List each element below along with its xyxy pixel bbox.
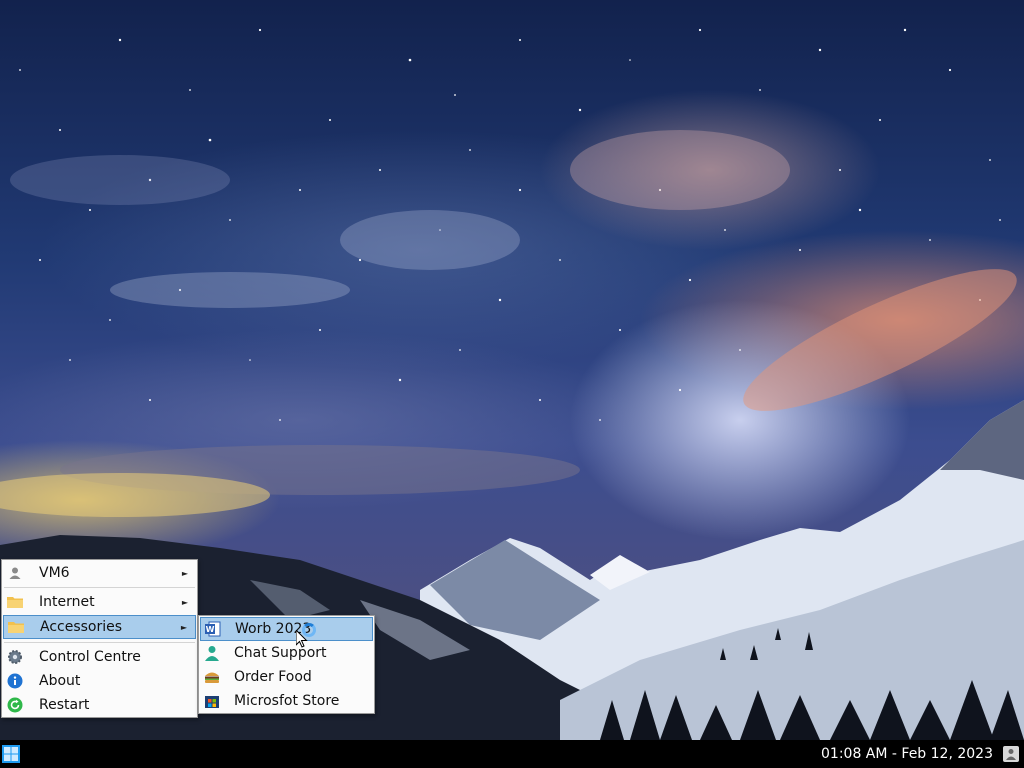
taskbar: 01:08 AM - Feb 12, 2023 (0, 740, 1024, 768)
menu-item-label: Accessories (40, 619, 123, 635)
peak-rocks (940, 400, 1024, 480)
gear-icon (7, 649, 23, 665)
folder-icon (8, 619, 24, 635)
submenu-arrow-icon: ► (181, 597, 188, 607)
person-icon (204, 645, 220, 661)
menu-item-internet[interactable]: Internet ► (3, 590, 196, 614)
windows-logo-icon (2, 745, 20, 763)
menu-item-label: Restart (39, 697, 90, 713)
word-icon: W (205, 621, 221, 637)
menu-separator (4, 642, 195, 643)
menu-item-restart[interactable]: Restart (3, 693, 196, 717)
folder-icon (7, 594, 23, 610)
menu-item-label: Internet (39, 594, 95, 610)
clouds (0, 130, 1017, 517)
submenu-item-label: Chat Support (234, 645, 327, 661)
svg-text:W: W (206, 625, 215, 634)
tray-user-icon[interactable] (1003, 746, 1019, 762)
restart-icon (7, 697, 23, 713)
store-icon (204, 693, 220, 709)
submenu-item-label: Microsfot Store (234, 693, 340, 709)
submenu-arrow-icon: ► (180, 622, 187, 632)
menu-item-accessories[interactable]: Accessories ► (3, 615, 196, 639)
menu-item-vm6[interactable]: VM6 ► (3, 561, 196, 585)
menu-item-control-centre[interactable]: Control Centre (3, 645, 196, 669)
submenu-item-worb-2023[interactable]: W Worb 2023 (200, 617, 373, 641)
mouse-pointer-icon (296, 630, 308, 648)
submenu-item-microsfot-store[interactable]: Microsfot Store (200, 689, 373, 713)
submenu-item-label: Order Food (234, 669, 312, 685)
user-icon (7, 565, 23, 581)
menu-item-about[interactable]: About (3, 669, 196, 693)
submenu-item-order-food[interactable]: Order Food (200, 665, 373, 689)
start-button[interactable] (0, 743, 22, 765)
menu-separator (4, 587, 195, 588)
submenu-item-chat-support[interactable]: Chat Support (200, 641, 373, 665)
menu-item-label: VM6 (39, 565, 70, 581)
submenu-arrow-icon: ► (181, 568, 188, 578)
menu-item-label: Control Centre (39, 649, 141, 665)
taskbar-clock[interactable]: 01:08 AM - Feb 12, 2023 (821, 746, 993, 762)
info-icon (7, 673, 23, 689)
burger-icon (204, 669, 220, 685)
start-menu: VM6 ► Internet ► Accessories ► Control C… (1, 559, 198, 718)
accessories-submenu: W Worb 2023 Chat Support Order Food Micr… (198, 615, 375, 714)
menu-item-label: About (39, 673, 81, 689)
